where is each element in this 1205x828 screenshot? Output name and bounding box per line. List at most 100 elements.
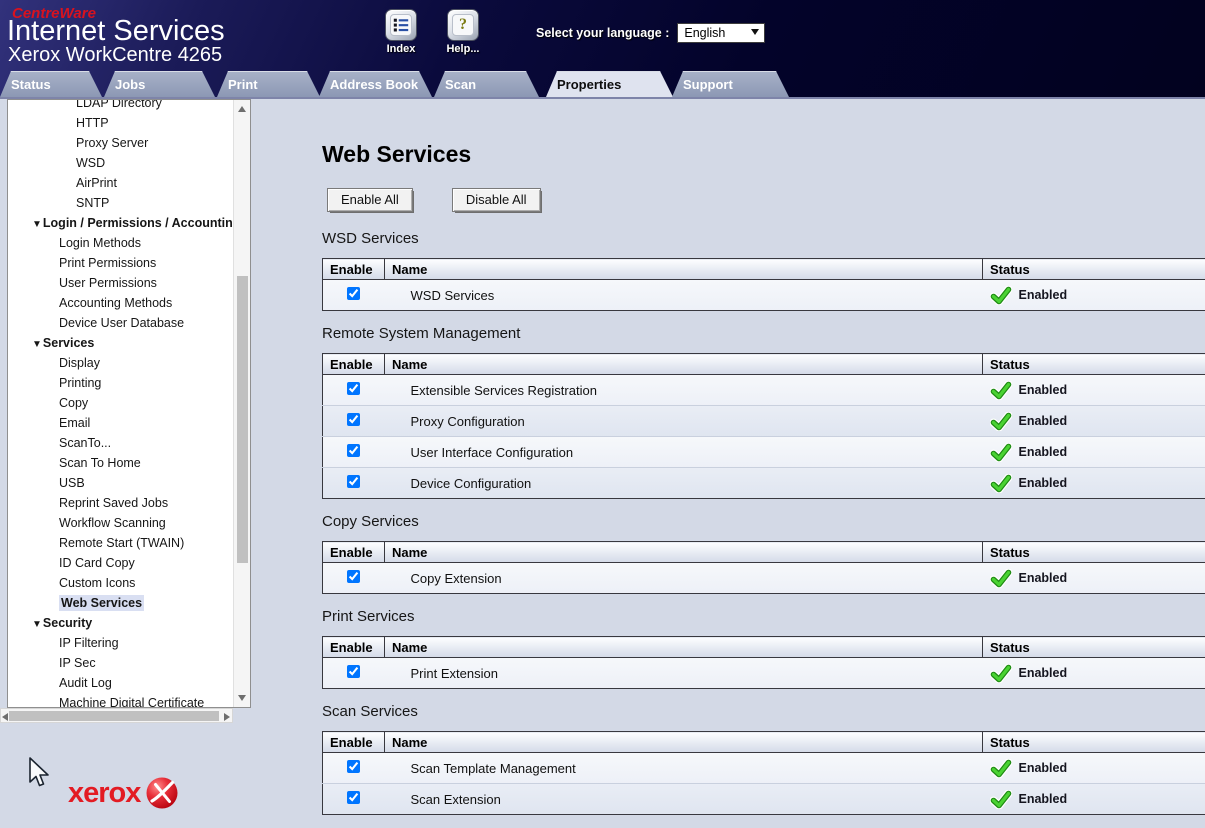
status-text: Enabled — [1019, 476, 1068, 490]
enabled-check-icon — [990, 790, 1012, 809]
sidebar-item-label: IP Filtering — [59, 636, 119, 650]
sidebar-item-display[interactable]: Display — [8, 353, 233, 373]
sidebar-item-scan-to-home[interactable]: Scan To Home — [8, 453, 233, 473]
tab-jobs[interactable]: Jobs — [104, 71, 215, 97]
enable-checkbox-user-interface-configuration[interactable] — [347, 444, 360, 457]
sidebar-item-accounting-methods[interactable]: Accounting Methods — [8, 293, 233, 313]
enable-all-button[interactable]: Enable All — [327, 188, 413, 212]
enable-checkbox-proxy-configuration[interactable] — [347, 413, 360, 426]
sidebar-item-print-permissions[interactable]: Print Permissions — [8, 253, 233, 273]
collapse-arrow-icon: ▼ — [32, 339, 42, 350]
collapse-arrow-icon: ▼ — [32, 219, 42, 230]
sidebar-item-web-services[interactable]: Web Services — [8, 593, 233, 613]
sidebar-item-scanto[interactable]: ScanTo... — [8, 433, 233, 453]
sidebar-item-custom-icons[interactable]: Custom Icons — [8, 573, 233, 593]
status-cell: Enabled — [990, 759, 1205, 778]
sidebar-item-security[interactable]: ▼Security — [8, 613, 233, 633]
enable-checkbox-device-configuration[interactable] — [347, 475, 360, 488]
disable-all-button[interactable]: Disable All — [452, 188, 541, 212]
mouse-cursor — [28, 757, 50, 789]
scroll-down-icon[interactable] — [238, 695, 246, 701]
enable-checkbox-wsd-services[interactable] — [347, 287, 360, 300]
sidebar-item-ldap-directory[interactable]: LDAP Directory — [8, 99, 233, 113]
sidebar-item-remote-start-twain[interactable]: Remote Start (TWAIN) — [8, 533, 233, 553]
enabled-check-icon — [990, 664, 1012, 683]
sidebar-item-ip-filtering[interactable]: IP Filtering — [8, 633, 233, 653]
sidebar-item-proxy-server[interactable]: Proxy Server — [8, 133, 233, 153]
sidebar-item-login-permissions-accounting[interactable]: ▼Login / Permissions / Accounting — [8, 213, 233, 233]
list-icon — [392, 16, 410, 34]
app-header: CentreWare Internet Services Xerox WorkC… — [0, 0, 1205, 97]
help-button[interactable]: ? Help... — [440, 9, 486, 55]
tab-properties[interactable]: Properties — [546, 71, 673, 97]
tab-print[interactable]: Print — [217, 71, 320, 97]
scroll-up-icon[interactable] — [238, 106, 246, 112]
sidebar-item-printing[interactable]: Printing — [8, 373, 233, 393]
column-header-enable: Enable — [323, 637, 385, 658]
column-header-name: Name — [385, 354, 983, 375]
index-button[interactable]: Index — [378, 9, 424, 55]
column-header-status: Status — [983, 542, 1205, 563]
sidebar-item-email[interactable]: Email — [8, 413, 233, 433]
sidebar-item-label: HTTP — [76, 116, 109, 130]
sidebar-vertical-scrollbar[interactable] — [233, 100, 250, 707]
tab-address-book[interactable]: Address Book — [319, 71, 432, 97]
enable-checkbox-print-extension[interactable] — [347, 665, 360, 678]
section-title-copy-services: Copy Services — [322, 513, 1205, 530]
service-table-scan-services: EnableNameStatusScan Template Management… — [322, 731, 1205, 815]
sidebar-item-usb[interactable]: USB — [8, 473, 233, 493]
status-text: Enabled — [1019, 666, 1068, 680]
sidebar-item-id-card-copy[interactable]: ID Card Copy — [8, 553, 233, 573]
sidebar-item-device-user-database[interactable]: Device User Database — [8, 313, 233, 333]
vertical-scroll-thumb[interactable] — [237, 276, 248, 563]
sidebar-item-ip-sec[interactable]: IP Sec — [8, 653, 233, 673]
enable-checkbox-extensible-services-registration[interactable] — [347, 382, 360, 395]
enabled-check-icon — [990, 286, 1012, 305]
sidebar-item-label: Login Methods — [59, 236, 141, 250]
service-name: Proxy Configuration — [385, 406, 983, 437]
sidebar-item-reprint-saved-jobs[interactable]: Reprint Saved Jobs — [8, 493, 233, 513]
service-name: Extensible Services Registration — [385, 375, 983, 406]
tab-support[interactable]: Support — [672, 71, 789, 97]
enable-checkbox-scan-extension[interactable] — [347, 791, 360, 804]
question-mark-icon: ? — [459, 16, 467, 34]
status-cell: Enabled — [990, 790, 1205, 809]
status-text: Enabled — [1019, 571, 1068, 585]
horizontal-scroll-thumb[interactable] — [9, 711, 219, 721]
sidebar-item-machine-digital-certificate[interactable]: Machine Digital Certificate — [8, 693, 233, 707]
status-cell: Enabled — [990, 412, 1205, 431]
sidebar-item-airprint[interactable]: AirPrint — [8, 173, 233, 193]
sidebar-item-user-permissions[interactable]: User Permissions — [8, 273, 233, 293]
sidebar-item-label: Device User Database — [59, 316, 184, 330]
sidebar-item-label: User Permissions — [59, 276, 157, 290]
section-title-wsd-services: WSD Services — [322, 230, 1205, 247]
sidebar-item-wsd[interactable]: WSD — [8, 153, 233, 173]
sidebar-item-copy[interactable]: Copy — [8, 393, 233, 413]
enabled-check-icon — [990, 412, 1012, 431]
help-button-label: Help... — [440, 43, 486, 55]
sidebar-item-login-methods[interactable]: Login Methods — [8, 233, 233, 253]
device-name: Xerox WorkCentre 4265 — [8, 44, 222, 67]
sidebar-item-workflow-scanning[interactable]: Workflow Scanning — [8, 513, 233, 533]
language-select[interactable]: English — [677, 23, 765, 43]
scroll-left-icon[interactable] — [2, 713, 8, 721]
tab-status[interactable]: Status — [0, 71, 102, 97]
column-header-status: Status — [983, 637, 1205, 658]
service-name: User Interface Configuration — [385, 437, 983, 468]
tab-scan[interactable]: Scan — [434, 71, 539, 97]
enable-checkbox-scan-template-management[interactable] — [347, 760, 360, 773]
sidebar-item-label: Audit Log — [59, 676, 112, 690]
sidebar-item-http[interactable]: HTTP — [8, 113, 233, 133]
enable-checkbox-copy-extension[interactable] — [347, 570, 360, 583]
sidebar-item-label: ID Card Copy — [59, 556, 135, 570]
language-selected-value: English — [684, 26, 725, 40]
sidebar-item-services[interactable]: ▼Services — [8, 333, 233, 353]
sidebar-item-audit-log[interactable]: Audit Log — [8, 673, 233, 693]
sidebar-item-sntp[interactable]: SNTP — [8, 193, 233, 213]
status-cell: Enabled — [990, 474, 1205, 493]
scroll-right-icon[interactable] — [224, 713, 230, 721]
sidebar-tree: LDAP Directory HTTP Proxy ServerWSDAirPrin… — [8, 99, 233, 707]
sidebar-horizontal-scrollbar[interactable] — [0, 708, 233, 723]
status-text: Enabled — [1019, 414, 1068, 428]
table-row-user-interface-configuration: User Interface Configuration Enabled — [323, 437, 1205, 468]
